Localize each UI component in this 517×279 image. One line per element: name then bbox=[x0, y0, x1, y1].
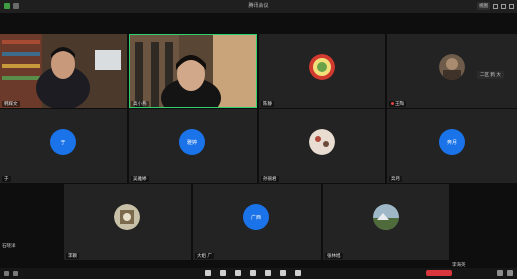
video-tile[interactable]: 孙丽君 bbox=[259, 109, 385, 183]
toolbar-right bbox=[497, 270, 513, 276]
record-icon[interactable] bbox=[250, 270, 256, 276]
view-button[interactable]: 视图 bbox=[477, 2, 490, 10]
participant-name: 张林旭 bbox=[325, 253, 343, 259]
avatar bbox=[439, 54, 465, 80]
participant-name: 大姐 广 bbox=[195, 253, 214, 259]
window-title: 腾讯会议 bbox=[248, 3, 269, 9]
video-tile[interactable]: 雅婷 吴雅婷 bbox=[129, 109, 257, 183]
video-tile[interactable]: 陈静 bbox=[259, 34, 385, 108]
share-screen-icon[interactable] bbox=[205, 270, 211, 276]
avatar bbox=[114, 204, 140, 230]
minimize-icon[interactable] bbox=[493, 3, 498, 9]
toolbar-left bbox=[4, 271, 18, 276]
video-tile[interactable]: 奔月 奔月 bbox=[387, 109, 517, 183]
settings-icon[interactable] bbox=[295, 270, 301, 276]
more-icon[interactable] bbox=[280, 270, 286, 276]
avatar bbox=[309, 54, 335, 80]
window-controls-right: 视图 bbox=[477, 2, 514, 10]
avatar: 奔月 bbox=[439, 129, 465, 155]
participant-video bbox=[0, 34, 127, 108]
avatar bbox=[373, 204, 399, 230]
participant-name: 奔月 bbox=[389, 176, 402, 182]
avatar bbox=[309, 129, 335, 155]
participant-name: 李颖 bbox=[66, 253, 79, 259]
participant-name: 高小燕 bbox=[131, 101, 149, 107]
video-tile-active-speaker[interactable]: 高小燕 bbox=[129, 34, 257, 108]
close-icon[interactable] bbox=[509, 3, 514, 9]
leave-meeting-button[interactable] bbox=[426, 270, 452, 276]
maximize-icon[interactable] bbox=[501, 3, 506, 9]
participant-name: 王陶 bbox=[389, 101, 406, 107]
participant-name: 孙丽君 bbox=[261, 176, 279, 182]
apps-icon[interactable] bbox=[265, 270, 271, 276]
camera-icon[interactable] bbox=[13, 271, 18, 276]
video-tile[interactable]: 李颖 bbox=[64, 184, 191, 260]
participant-name: 于 bbox=[2, 176, 11, 182]
avatar: 雅婷 bbox=[179, 129, 205, 155]
participant-name: 石晓洋 bbox=[2, 244, 16, 249]
chat-chip[interactable]: 二区 鸦 大 bbox=[477, 71, 504, 79]
participant-name: 吴雅婷 bbox=[131, 176, 149, 182]
participants-icon[interactable] bbox=[220, 270, 226, 276]
avatar: 于 bbox=[50, 129, 76, 155]
toolbar-center bbox=[205, 270, 301, 276]
avatar: 广西 bbox=[243, 204, 269, 230]
video-tile[interactable]: 张林旭 bbox=[323, 184, 449, 260]
meeting-toolbar bbox=[0, 268, 517, 279]
video-tile[interactable]: 广西 大姐 广 bbox=[193, 184, 321, 260]
title-bar: 腾讯会议 视图 bbox=[0, 0, 517, 13]
video-tile[interactable]: 韩辉文 bbox=[0, 34, 127, 108]
participant-name: 陈静 bbox=[261, 101, 274, 107]
fullscreen-icon[interactable] bbox=[507, 270, 513, 276]
video-tile[interactable]: 于 于 bbox=[0, 109, 127, 183]
participant-name: 韩辉文 bbox=[2, 101, 20, 107]
grid-view-icon[interactable] bbox=[497, 270, 503, 276]
participant-video bbox=[129, 34, 257, 108]
mic-icon[interactable] bbox=[4, 271, 9, 276]
chat-icon[interactable] bbox=[235, 270, 241, 276]
mic-muted-icon bbox=[391, 102, 394, 105]
